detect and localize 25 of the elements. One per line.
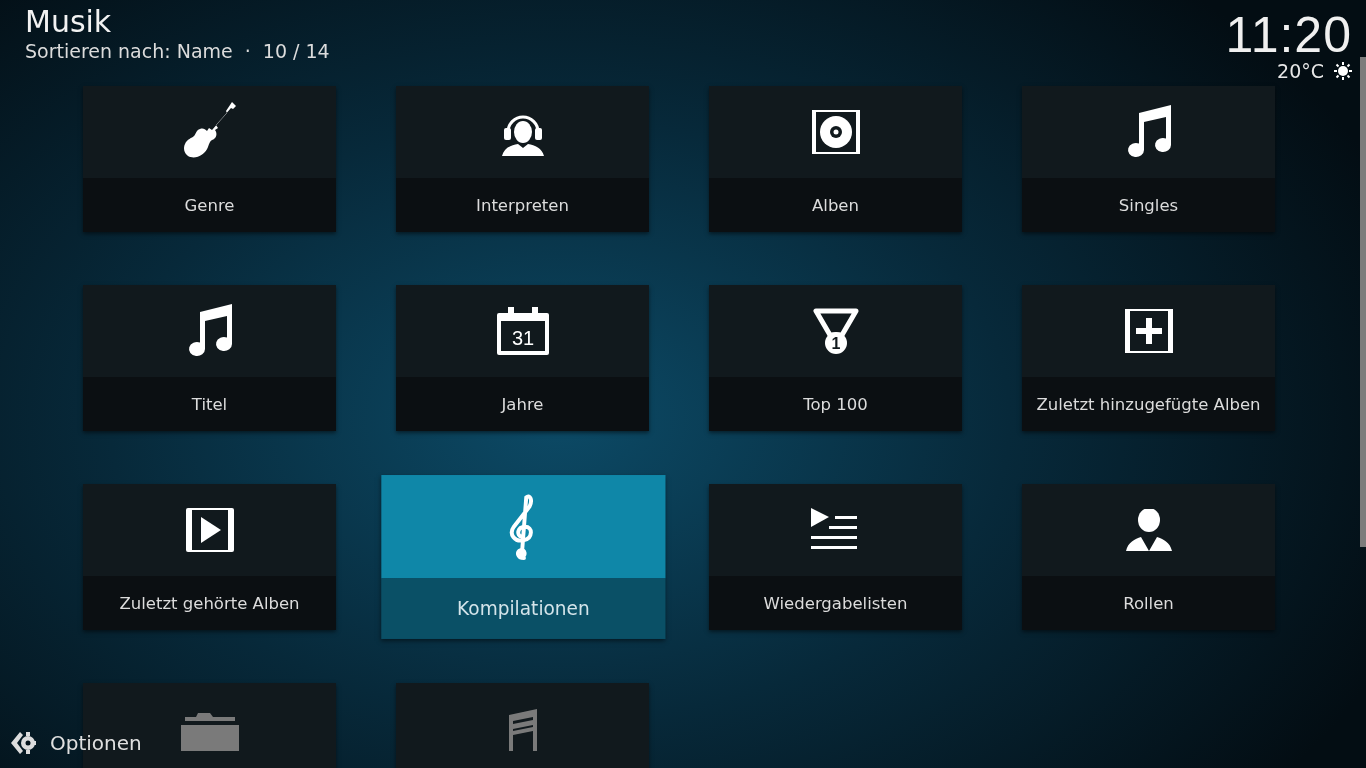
sort-label: Sortieren nach: Name	[25, 40, 233, 62]
separator-dot: ·	[244, 40, 251, 62]
tile-label: Kompilationen	[457, 598, 590, 620]
tile-label: Rollen	[1123, 593, 1174, 613]
album-plus-icon	[1123, 308, 1174, 354]
tile-label: Alben	[812, 195, 859, 215]
tile-label: Top 100	[803, 394, 868, 414]
options-button[interactable]: Optionen	[10, 730, 142, 756]
clock-time: 11:20	[1225, 10, 1352, 60]
tile-label: Zuletzt gehörte Alben	[119, 593, 300, 613]
temperature: 20°C	[1277, 60, 1324, 82]
tile-label: Interpreten	[476, 195, 569, 215]
tile-label: Singles	[1118, 195, 1179, 215]
album-play-icon	[184, 507, 235, 553]
page-title: Musik	[25, 4, 113, 40]
tile-label: Titel	[191, 394, 228, 414]
tile-label: Zuletzt hinzugefügte Alben	[1036, 394, 1261, 414]
tile-label: Jahre	[501, 394, 544, 414]
tile-label: Genre	[184, 195, 235, 215]
scrollbar[interactable]	[1360, 57, 1366, 547]
options-gear-icon	[10, 730, 36, 756]
sun-icon	[1334, 62, 1352, 80]
person-icon	[1124, 509, 1173, 551]
tile-label: Wiedergabelisten	[763, 593, 908, 613]
item-position: 10 / 14	[262, 40, 330, 62]
